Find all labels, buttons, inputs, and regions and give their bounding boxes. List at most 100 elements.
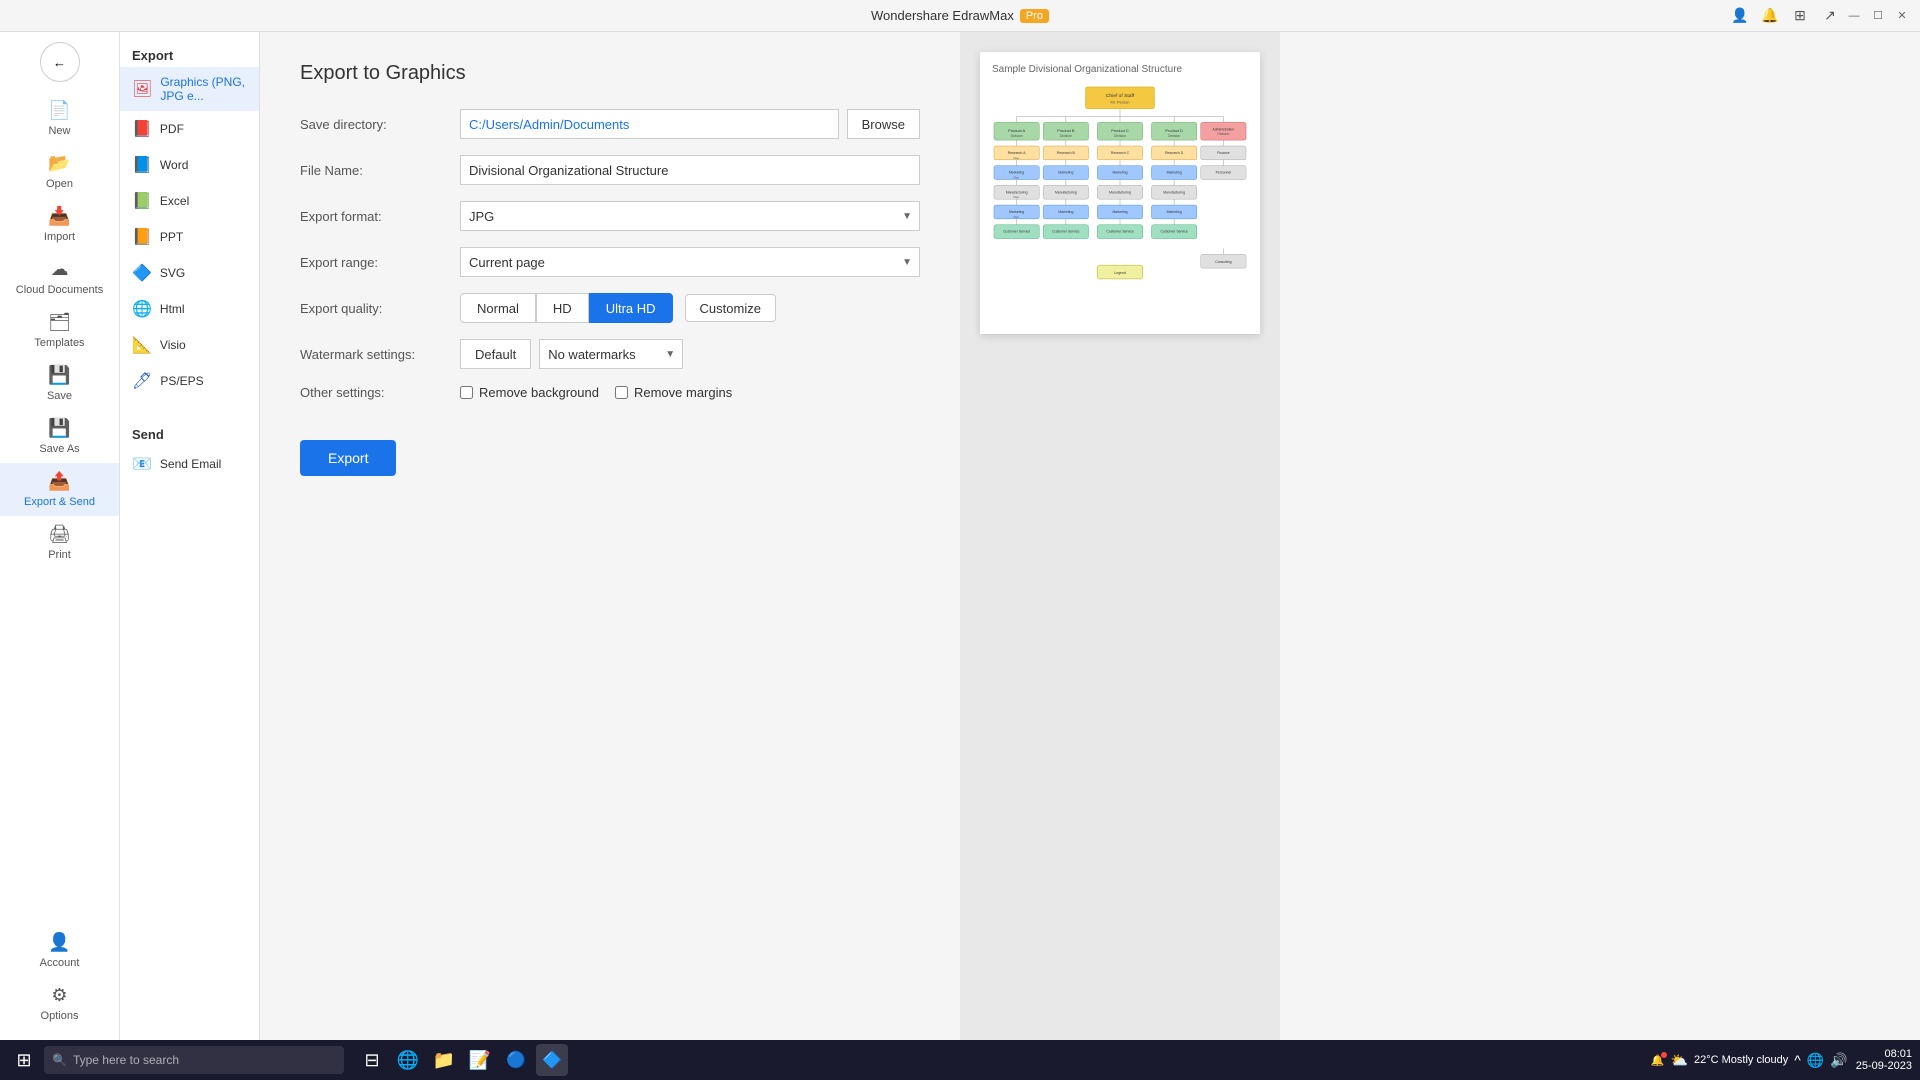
export-format-row: Export format: JPG PNG BMP SVG PDF ▼ [300,201,920,231]
file-name-input[interactable] [460,155,920,185]
pdf-label: PDF [160,122,184,136]
templates-icon: 🗂 [48,312,71,333]
nav-account-label: Account [40,957,80,969]
nav-saveas-label: Save As [39,443,79,455]
minimize-button[interactable]: — [1846,8,1862,24]
account-icon: 👤 [48,932,70,953]
maximize-button[interactable]: ☐ [1870,8,1886,24]
volume-icon[interactable]: 🔊 [1830,1052,1847,1069]
chrome-app[interactable]: 🔵 [500,1044,532,1076]
watermark-default-button[interactable]: Default [460,339,531,369]
sidebar-item-html[interactable]: 🌐 Html [120,291,259,327]
watermark-select[interactable]: No watermarks Custom watermark [539,339,683,369]
remove-margins-checkbox[interactable] [615,386,628,399]
main-content: Export to Graphics Save directory: Brows… [260,32,1920,1040]
nav-item-templates[interactable]: 🗂 Templates [0,304,119,357]
sidebar-item-ppt[interactable]: 📙 PPT [120,219,259,255]
nav-item-open[interactable]: 📂 Open [0,145,119,198]
nav-item-print[interactable]: 🖨 Print [0,516,119,569]
sendemail-label: Send Email [160,457,221,471]
browser-app[interactable]: 🌐 [392,1044,424,1076]
nav-open-label: Open [46,178,73,190]
remove-margins-text: Remove margins [634,385,732,400]
close-button[interactable]: ✕ [1894,8,1910,24]
sidebar-item-excel[interactable]: 📗 Excel [120,183,259,219]
nav-new-label: New [48,125,70,137]
export-range-select[interactable]: Current page All pages Selected area [460,247,920,277]
nav-item-account[interactable]: 👤 Account [36,924,84,977]
svg-text:Administration: Administration [1212,127,1234,131]
quality-hd-button[interactable]: HD [536,293,589,323]
svg-text:Dep.: Dep. [1014,215,1020,219]
svg-text:Marketing: Marketing [1167,171,1182,175]
svg-text:Division: Division [1060,134,1072,138]
nav-item-new[interactable]: 📄 New [0,92,119,145]
export-format-control: JPG PNG BMP SVG PDF ▼ [460,201,920,231]
quality-normal-button[interactable]: Normal [460,293,536,323]
preview-card: Sample Divisional Organizational Structu… [980,52,1260,334]
share-icon[interactable]: ↗ [1820,6,1840,26]
taskview-button[interactable]: ⊟ [356,1044,388,1076]
chevron-up-icon[interactable]: ^ [1794,1052,1801,1068]
remove-background-label[interactable]: Remove background [460,385,599,400]
fileexplorer-app[interactable]: 📁 [428,1044,460,1076]
export-section-title: Export [120,40,259,67]
nav-item-import[interactable]: 📥 Import [0,198,119,251]
svg-text:Research B: Research B [1057,151,1076,155]
user-icon[interactable]: 👤 [1730,6,1750,26]
export-range-label: Export range: [300,255,460,270]
bell-icon[interactable]: 🔔 [1760,6,1780,26]
export-button[interactable]: Export [300,440,396,476]
svg-text:Marketing: Marketing [1058,210,1073,214]
nav-save-label: Save [47,390,72,402]
save-directory-input[interactable] [460,109,839,139]
sidebar-item-pdf[interactable]: 📕 PDF [120,111,259,147]
save-icon: 💾 [48,365,70,386]
remove-margins-label[interactable]: Remove margins [615,385,732,400]
word-app[interactable]: 📝 [464,1044,496,1076]
sidebar-item-svg[interactable]: 🔷 SVG [120,255,259,291]
taskbar-search-box[interactable]: 🔍 [44,1046,344,1074]
nav-item-save[interactable]: 💾 Save [0,357,119,410]
network-icon[interactable]: 🌐 [1807,1052,1824,1069]
svg-text:Marketing: Marketing [1009,210,1024,214]
remove-background-checkbox[interactable] [460,386,473,399]
svg-text:Dep.: Dep. [1014,156,1020,160]
export-range-select-wrapper: Current page All pages Selected area ▼ [460,247,920,277]
sidebar-item-pseps[interactable]: 🖊 PS/EPS [120,363,259,399]
export-format-select-wrapper: JPG PNG BMP SVG PDF ▼ [460,201,920,231]
nav-item-options[interactable]: ⚙ Options [36,977,84,1030]
nav-item-cloud[interactable]: ☁ Cloud Documents [0,251,119,304]
export-quality-control: Normal HD Ultra HD Customize [460,293,920,323]
file-name-row: File Name: [300,155,920,185]
sidebar-item-visio[interactable]: 📐 Visio [120,327,259,363]
import-icon: 📥 [48,206,70,227]
notification-icon[interactable]: 🔔 [1651,1054,1665,1067]
nav-templates-label: Templates [34,337,84,349]
edraw-app[interactable]: 🔷 [536,1044,568,1076]
sidebar-item-sendemail[interactable]: 📧 Send Email [120,446,259,482]
search-input[interactable] [73,1053,336,1067]
svg-text:Customer Service: Customer Service [1160,230,1187,234]
export-panel: Export to Graphics Save directory: Brows… [260,32,960,1040]
file-name-label: File Name: [300,163,460,178]
start-button[interactable]: ⊞ [8,1044,40,1076]
grid-icon[interactable]: ⊞ [1790,6,1810,26]
sidebar-item-word[interactable]: 📘 Word [120,147,259,183]
sidebar-item-graphics[interactable]: 🖼 Graphics (PNG, JPG e... [120,67,259,111]
weather-text: 22°C Mostly cloudy [1694,1054,1788,1066]
nav-item-export[interactable]: 📤 Export & Send [0,463,119,516]
pdf-icon: 📕 [132,119,152,139]
svg-text:Marketing: Marketing [1058,171,1073,175]
html-icon: 🌐 [132,299,152,319]
customize-button[interactable]: Customize [685,294,776,322]
taskbar-clock[interactable]: 08:01 25-09-2023 [1856,1048,1912,1072]
back-button[interactable]: ← [40,42,80,82]
export-format-select[interactable]: JPG PNG BMP SVG PDF [460,201,920,231]
export-panel-title: Export to Graphics [300,62,920,85]
other-settings-label: Other settings: [300,385,460,400]
quality-uhd-button[interactable]: Ultra HD [589,293,673,323]
browse-button[interactable]: Browse [847,109,920,139]
svg-text:Marketing: Marketing [1112,171,1127,175]
nav-item-saveas[interactable]: 💾 Save As [0,410,119,463]
